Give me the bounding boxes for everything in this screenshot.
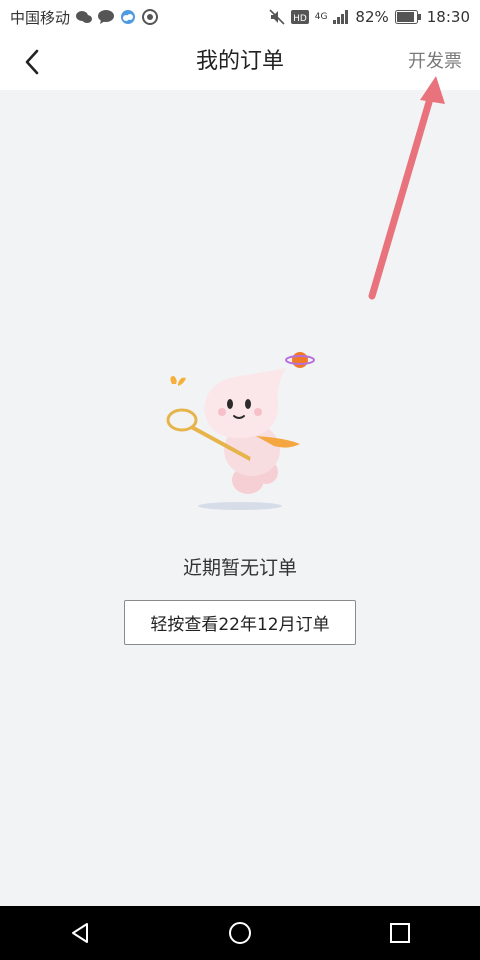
hd-icon: HD <box>290 10 309 24</box>
chevron-left-icon <box>25 49 39 75</box>
system-navigation-bar <box>0 906 480 960</box>
signal-icon <box>333 10 349 24</box>
battery-icon <box>394 10 421 24</box>
home-circle-icon <box>229 922 251 944</box>
header: 我的订单 开发票 <box>0 34 480 90</box>
network-type: 4G <box>314 12 328 22</box>
wechat-icon <box>76 10 93 24</box>
status-left: 中国移动 <box>10 7 159 28</box>
issue-invoice-button[interactable]: 开发票 <box>408 34 462 90</box>
status-bar: 中国移动 HD 4G 82% 18:30 <box>0 0 480 34</box>
mascot-illustration <box>166 352 315 510</box>
battery-percent: 82% <box>355 8 389 26</box>
weather-icon <box>120 9 136 25</box>
mute-icon <box>269 9 285 25</box>
nav-recents-button[interactable] <box>370 906 430 960</box>
app-icon <box>142 9 159 25</box>
carrier-label: 中国移动 <box>10 8 71 27</box>
nav-back-button[interactable] <box>50 906 110 960</box>
back-triangle-icon <box>72 923 88 943</box>
recents-square-icon <box>390 923 410 943</box>
chat-bubble-icon <box>98 10 115 24</box>
nav-home-button[interactable] <box>210 906 270 960</box>
status-right: HD 4G 82% 18:30 <box>269 8 470 26</box>
clock: 18:30 <box>426 8 470 26</box>
empty-state-message: 近期暂无订单 <box>182 557 297 579</box>
back-button[interactable] <box>14 46 50 78</box>
view-december-orders-button[interactable]: 轻按查看22年12月订单 <box>124 600 356 645</box>
svg-text:HD: HD <box>293 14 307 24</box>
